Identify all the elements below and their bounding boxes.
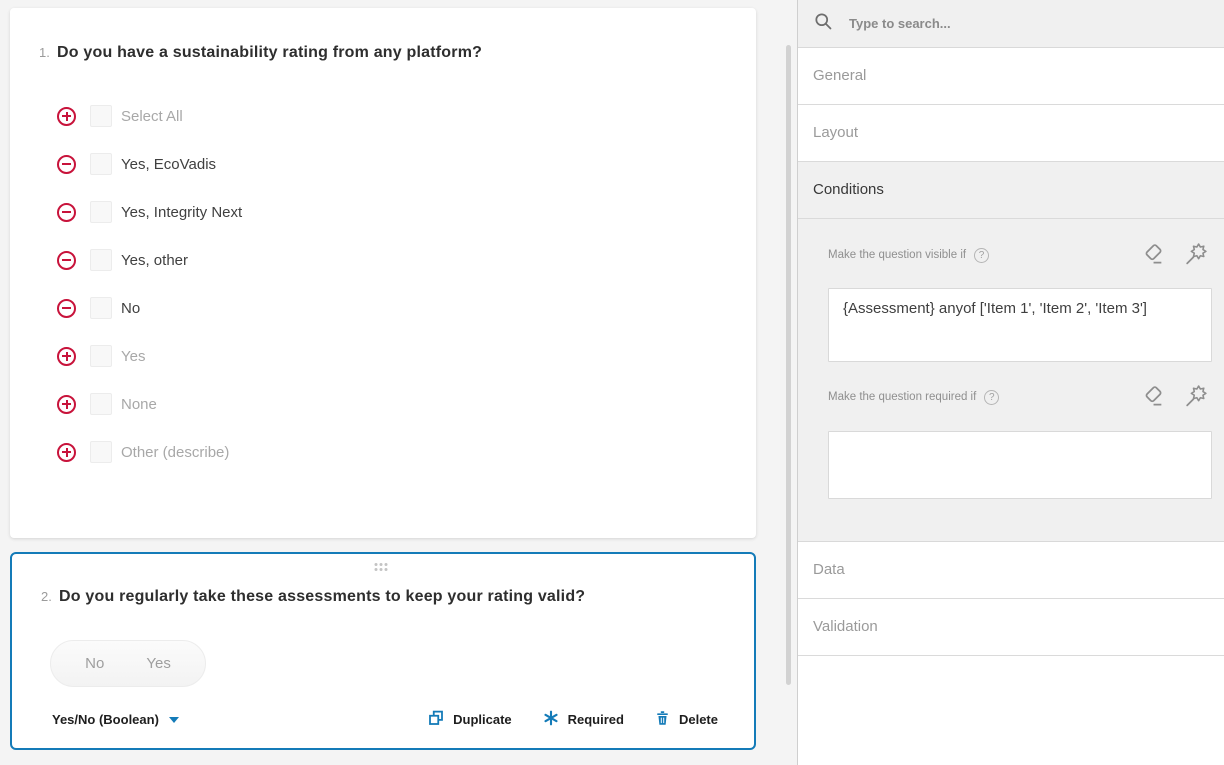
choice-row: None [10, 380, 756, 428]
choice-row: Yes, Integrity Next [10, 188, 756, 236]
trash-icon [654, 709, 671, 730]
question-type-selector[interactable]: Yes/No (Boolean) [52, 712, 179, 727]
section-validation[interactable]: Validation [798, 599, 1224, 656]
choice-row: Other (describe) [10, 428, 756, 476]
build-expression-button[interactable] [1182, 242, 1208, 268]
choice-label[interactable]: Select All [121, 108, 183, 125]
section-general[interactable]: General [798, 48, 1224, 105]
build-expression-button[interactable] [1182, 384, 1208, 410]
section-layout[interactable]: Layout [798, 105, 1224, 162]
duplicate-button[interactable]: Duplicate [427, 709, 512, 730]
question-type-label: Yes/No (Boolean) [52, 712, 159, 727]
choice-toggle-icon[interactable] [57, 395, 76, 414]
clear-expression-button[interactable] [1139, 384, 1165, 410]
choice-toggle-icon[interactable] [57, 443, 76, 462]
question-header: 1. Do you have a sustainability rating f… [10, 44, 756, 62]
choice-label[interactable]: Yes, Integrity Next [121, 204, 242, 221]
eraser-icon [1140, 384, 1165, 409]
choice-row: Yes, other [10, 236, 756, 284]
choice-label[interactable]: Other (describe) [121, 444, 229, 461]
choice-row: Yes, EcoVadis [10, 140, 756, 188]
choice-row: Yes [10, 332, 756, 380]
question-card-2-selected[interactable]: 2. Do you regularly take these assessmen… [10, 552, 756, 750]
required-if-label: Make the question required if [828, 391, 976, 403]
question-card-1[interactable]: 1. Do you have a sustainability rating f… [10, 8, 756, 538]
choice-toggle-icon[interactable] [57, 251, 76, 270]
choice-checkbox[interactable] [90, 153, 112, 175]
choice-checkbox[interactable] [90, 345, 112, 367]
choice-toggle-icon[interactable] [57, 347, 76, 366]
drag-handle[interactable] [375, 563, 392, 571]
choice-checkbox[interactable] [90, 441, 112, 463]
section-conditions[interactable]: Conditions [798, 162, 1224, 219]
choice-checkbox[interactable] [90, 249, 112, 271]
question-number: 1. [39, 45, 57, 60]
duplicate-icon [427, 709, 445, 730]
delete-button[interactable]: Delete [654, 709, 718, 730]
question-footer: Yes/No (Boolean) Duplicate [52, 709, 718, 730]
required-button[interactable]: Required [542, 709, 624, 730]
choice-checkbox[interactable] [90, 393, 112, 415]
choice-label[interactable]: Yes [121, 348, 145, 365]
scrollbar[interactable] [786, 45, 791, 685]
visible-if-label: Make the question visible if [828, 249, 966, 261]
boolean-toggle[interactable]: No Yes [50, 640, 206, 687]
choice-row: No [10, 284, 756, 332]
choice-checkbox[interactable] [90, 201, 112, 223]
choice-row: Select All [10, 92, 756, 140]
question-actions: Duplicate Required [427, 709, 718, 730]
choice-list: Select All Yes, EcoVadis Yes, Integrity … [10, 92, 756, 476]
help-icon[interactable]: ? [974, 248, 989, 263]
question-title[interactable]: Do you regularly take these assessments … [59, 588, 585, 606]
search-input[interactable] [849, 16, 1149, 31]
choice-checkbox[interactable] [90, 297, 112, 319]
choice-toggle-icon[interactable] [57, 107, 76, 126]
choice-toggle-icon[interactable] [57, 299, 76, 318]
toggle-option-no[interactable]: No [85, 655, 104, 672]
visible-if-row: Make the question visible if ? [828, 247, 1211, 263]
choice-toggle-icon[interactable] [57, 203, 76, 222]
clear-expression-button[interactable] [1139, 242, 1165, 268]
required-asterisk-icon [542, 709, 560, 730]
search-icon [813, 11, 834, 37]
properties-panel: General Layout Conditions Make the quest… [797, 0, 1224, 765]
choice-label[interactable]: None [121, 396, 157, 413]
help-icon[interactable]: ? [984, 390, 999, 405]
choice-label[interactable]: Yes, EcoVadis [121, 156, 216, 173]
choice-toggle-icon[interactable] [57, 155, 76, 174]
magic-wand-icon [1183, 242, 1208, 267]
choice-label[interactable]: No [121, 300, 140, 317]
required-if-row: Make the question required if ? [828, 389, 1211, 405]
question-header: 2. Do you regularly take these assessmen… [12, 588, 754, 606]
question-title[interactable]: Do you have a sustainability rating from… [57, 44, 482, 62]
choice-checkbox[interactable] [90, 105, 112, 127]
conditions-editor: Make the question visible if ? [798, 219, 1224, 542]
question-number: 2. [41, 589, 59, 604]
magic-wand-icon [1183, 384, 1208, 409]
property-search [798, 0, 1224, 48]
toggle-option-yes[interactable]: Yes [146, 655, 170, 672]
visible-if-input[interactable]: {Assessment} anyof ['Item 1', 'Item 2', … [828, 288, 1212, 362]
eraser-icon [1140, 242, 1165, 267]
choice-label[interactable]: Yes, other [121, 252, 188, 269]
chevron-down-icon [169, 717, 179, 723]
section-data[interactable]: Data [798, 542, 1224, 599]
required-if-input[interactable] [828, 431, 1212, 499]
